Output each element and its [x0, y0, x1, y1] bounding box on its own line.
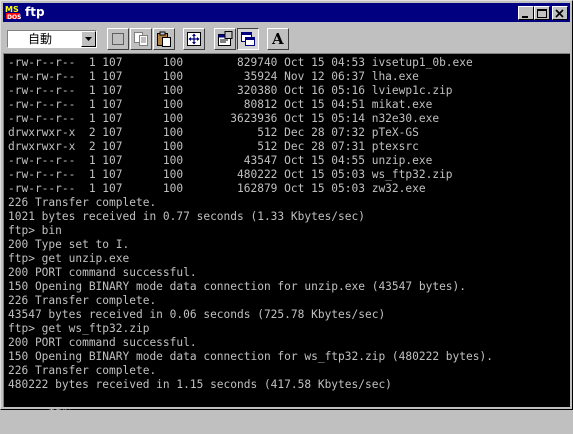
mark-icon	[112, 33, 124, 45]
fullscreen-button[interactable]	[183, 28, 205, 50]
console-line: 226 Transfer complete.	[8, 294, 157, 307]
console-line: -rw-r--r-- 1 107 100 80812 Oct 15 04:51 …	[8, 98, 433, 111]
console-line: -rw-r--r-- 1 107 100 829740 Oct 15 04:53…	[8, 56, 473, 69]
svg-text:MS: MS	[5, 5, 19, 14]
console-line: -rw-r--r-- 1 107 100 43547 Oct 15 04:55 …	[8, 154, 433, 167]
chevron-down-icon	[85, 37, 92, 41]
title-bar[interactable]: MS DOS ftp	[3, 3, 570, 22]
console-line: 226 Transfer complete.	[8, 196, 157, 209]
background-icon	[241, 32, 255, 46]
paste-button[interactable]	[153, 28, 175, 50]
console-line: -rw-r--r-- 1 107 100 480222 Oct 15 05:03…	[8, 168, 453, 181]
console-line: -rw-r--r-- 1 107 100 3623936 Oct 15 05:1…	[8, 112, 440, 125]
console-line: -rw-r--r-- 1 107 100 320380 Oct 16 05:16…	[8, 84, 453, 97]
console-line: 1021 bytes received in 0.77 seconds (1.3…	[8, 210, 365, 223]
svg-text:DOS: DOS	[7, 14, 21, 20]
console-line: 200 PORT command successful.	[8, 336, 197, 349]
ms-dos-icon[interactable]: MS DOS	[5, 4, 21, 21]
console-line: 200 Type set to I.	[8, 238, 130, 251]
maximize-button[interactable]	[534, 6, 550, 20]
font-size-select[interactable]: 自動	[7, 30, 97, 48]
console-prompt[interactable]: ftp>	[8, 392, 83, 419]
console-line: ftp> bin	[8, 224, 62, 237]
fullscreen-icon	[187, 32, 201, 46]
console-line: 226 Transfer complete.	[8, 364, 157, 377]
console-line: ftp> get ws_ftp32.zip	[8, 322, 150, 335]
font-size-select-value: 自動	[28, 32, 53, 46]
font-icon: A	[272, 30, 284, 48]
console-line: -rw-rw-r-- 1 107 100 35924 Nov 12 06:37 …	[8, 70, 419, 83]
maximize-icon	[537, 9, 547, 18]
ftp-window: MS DOS ftp 自動 A -rw-r--r-- 1 107 100 829…	[0, 0, 573, 419]
properties-button[interactable]	[214, 28, 236, 50]
console-line: 150 Opening BINARY mode data connection …	[8, 350, 493, 363]
copy-button[interactable]	[130, 28, 152, 50]
console-line: 43547 bytes received in 0.06 seconds (72…	[8, 308, 386, 321]
text-cursor	[75, 414, 83, 416]
prompt-text: ftp>	[48, 406, 76, 419]
properties-icon	[218, 31, 233, 46]
paste-icon	[157, 31, 171, 47]
console-line: ftp> get unzip.exe	[8, 252, 130, 265]
minimize-button[interactable]	[518, 6, 534, 20]
copy-icon	[134, 32, 148, 46]
dropdown-arrow-button[interactable]	[81, 31, 96, 47]
console-line: 200 PORT command successful.	[8, 266, 197, 279]
mark-button[interactable]	[107, 28, 129, 50]
console-line: drwxrwxr-x 2 107 100 512 Dec 28 07:31 pt…	[8, 140, 419, 153]
console-line: -rw-r--r-- 1 107 100 162879 Oct 15 05:03…	[8, 182, 426, 195]
window-title: ftp	[25, 5, 45, 19]
console-line: 150 Opening BINARY mode data connection …	[8, 280, 467, 293]
minimize-icon	[522, 16, 528, 18]
console-line: 480222 bytes received in 1.15 seconds (4…	[8, 378, 392, 391]
console-output[interactable]: -rw-r--r-- 1 107 100 829740 Oct 15 04:53…	[3, 53, 570, 419]
toolbar: 自動 A	[3, 23, 570, 51]
console-line: drwxrwxr-x 2 107 100 512 Dec 28 07:32 pT…	[8, 126, 419, 139]
background-button[interactable]	[237, 28, 259, 50]
font-button[interactable]: A	[267, 28, 289, 50]
close-icon	[555, 9, 564, 18]
close-button[interactable]	[552, 6, 568, 20]
